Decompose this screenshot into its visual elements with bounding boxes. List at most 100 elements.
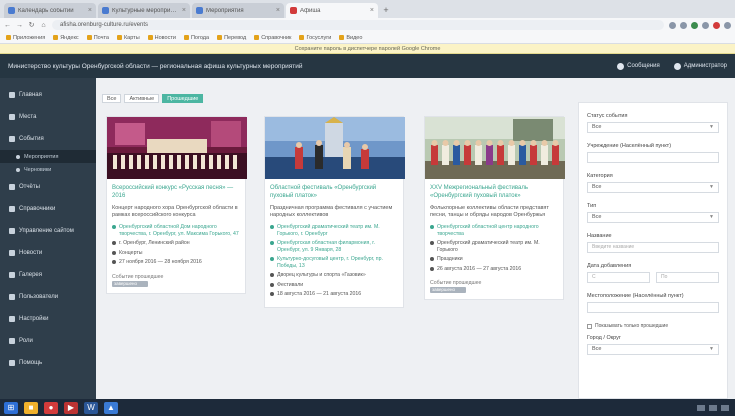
location-input[interactable] bbox=[587, 302, 719, 313]
back-icon[interactable]: ← bbox=[4, 22, 11, 29]
extension-icon[interactable] bbox=[713, 21, 720, 29]
sidebar-item[interactable]: Новости bbox=[0, 242, 96, 264]
sidebar-item[interactable]: Главная bbox=[0, 84, 96, 106]
star-icon[interactable] bbox=[669, 21, 676, 29]
user-label: Администратор bbox=[683, 63, 727, 69]
bookmark-item[interactable]: Видео bbox=[339, 35, 362, 41]
close-tab-icon[interactable]: × bbox=[276, 7, 280, 14]
sidebar-item[interactable]: Справочники bbox=[0, 198, 96, 220]
event-detail-text: Оренбургский областной Дом народного тво… bbox=[119, 224, 239, 237]
browser-tab[interactable]: Культурные мероприятия × bbox=[98, 3, 190, 18]
sidebar-item[interactable]: Отчёты bbox=[0, 176, 96, 198]
sidebar-item[interactable]: Роли bbox=[0, 330, 96, 352]
menu-item-icon bbox=[9, 316, 15, 322]
sidebar-item[interactable]: Черновики bbox=[0, 163, 96, 176]
menu-item-icon bbox=[9, 338, 15, 344]
clock-icon[interactable] bbox=[721, 404, 729, 411]
sidebar-item[interactable]: Места bbox=[0, 106, 96, 128]
extension-icon[interactable] bbox=[680, 21, 687, 29]
sidebar-item[interactable]: События bbox=[0, 128, 96, 150]
filter-input[interactable]: Введите название bbox=[587, 242, 719, 253]
browser-tab[interactable]: Афиша × bbox=[286, 3, 378, 18]
tab-filter[interactable]: Активные bbox=[124, 94, 160, 103]
event-image[interactable] bbox=[107, 117, 247, 179]
event-image[interactable] bbox=[425, 117, 565, 179]
chevron-down-icon: ▼ bbox=[709, 214, 714, 220]
event-detail-row[interactable]: Оренбургская областная филармония, г. Ор… bbox=[270, 240, 398, 253]
bookmark-item[interactable]: Новости bbox=[147, 34, 176, 41]
menu-icon[interactable] bbox=[724, 21, 731, 29]
browser-tab-title: Мероприятия bbox=[206, 7, 244, 14]
past-only-checkbox[interactable]: Показывать только прошедшие bbox=[587, 323, 719, 329]
network-icon[interactable] bbox=[697, 404, 705, 411]
media-icon[interactable]: ▶ bbox=[64, 401, 78, 414]
close-tab-icon[interactable]: × bbox=[370, 7, 374, 14]
sidebar-item[interactable]: Помощь bbox=[0, 352, 96, 374]
bookmark-icon bbox=[183, 35, 189, 40]
browser-tab[interactable]: Календарь событий × bbox=[4, 3, 96, 18]
date-to-input[interactable]: По bbox=[656, 272, 719, 283]
messages-link[interactable]: Сообщения bbox=[617, 62, 660, 70]
bookmark-item[interactable]: Приложения bbox=[6, 35, 45, 41]
sidebar-item[interactable]: Пользователи bbox=[0, 286, 96, 308]
bookmark-item[interactable]: Госуслуги bbox=[299, 35, 331, 41]
bookmark-item[interactable]: Карты bbox=[116, 35, 140, 41]
event-card[interactable]: XXV Межрегиональный фестиваль «Оренбургс… bbox=[424, 116, 565, 300]
extension-icon[interactable] bbox=[702, 21, 709, 29]
tab-filter[interactable]: Все bbox=[102, 94, 122, 103]
sidebar-item[interactable]: Мероприятия bbox=[0, 150, 96, 163]
bookmark-item[interactable]: Справочник bbox=[254, 35, 291, 41]
event-detail-row[interactable]: Оренбургский областной центр народного т… bbox=[430, 224, 558, 237]
event-title[interactable]: XXV Межрегиональный фестиваль «Оренбургс… bbox=[430, 185, 558, 200]
volume-icon[interactable] bbox=[709, 404, 717, 411]
sidebar-item[interactable]: Настройки bbox=[0, 308, 96, 330]
sidebar-item-label: Пользователи bbox=[19, 294, 59, 300]
event-card[interactable]: Областной фестиваль «Оренбургский пуховы… bbox=[264, 116, 405, 308]
filter-select[interactable]: Все ▼ bbox=[587, 182, 719, 193]
bookmark-label: Новости bbox=[154, 34, 176, 41]
bookmark-item[interactable]: Погода bbox=[183, 35, 209, 41]
region-select[interactable]: Все ▼ bbox=[587, 344, 719, 355]
bookmark-item[interactable]: Перевод bbox=[217, 35, 246, 41]
browser-tab[interactable]: Мероприятия × bbox=[192, 3, 284, 18]
close-tab-icon[interactable]: × bbox=[88, 7, 92, 14]
start-icon[interactable]: ⊞ bbox=[4, 401, 18, 414]
date-from-input[interactable]: С bbox=[587, 272, 650, 283]
sidebar-item[interactable]: Галерея bbox=[0, 264, 96, 286]
app-title: Министерство культуры Оренбургской облас… bbox=[8, 62, 303, 70]
filter-select[interactable]: Все ▼ bbox=[587, 122, 719, 133]
event-title[interactable]: Всероссийский конкурс «Русская песня» — … bbox=[112, 185, 240, 200]
url-input[interactable]: afisha.orenburg-culture.ru/events bbox=[52, 20, 664, 30]
bookmark-item[interactable]: Почта bbox=[86, 35, 109, 41]
tab-filter[interactable]: Прошедшие bbox=[162, 94, 204, 103]
event-detail-text: Дворец культуры и спорта «Газовик» bbox=[277, 272, 366, 278]
favicon-icon bbox=[196, 7, 203, 14]
bookmark-item[interactable]: Яндекс bbox=[53, 35, 79, 41]
menu-item-icon bbox=[16, 154, 20, 159]
event-card[interactable]: Всероссийский конкурс «Русская песня» — … bbox=[106, 116, 247, 294]
event-detail-row[interactable]: Культурно-досуговый центр, г. Оренбург, … bbox=[270, 256, 398, 269]
sidebar-item[interactable]: Управление сайтом bbox=[0, 220, 96, 242]
event-image[interactable] bbox=[265, 117, 405, 179]
new-tab-button[interactable]: + bbox=[380, 4, 392, 16]
filter-input[interactable] bbox=[587, 152, 719, 163]
extension-icon[interactable] bbox=[691, 21, 698, 29]
explorer-icon[interactable]: ■ bbox=[24, 401, 38, 414]
browser-tab-title: Афиша bbox=[300, 7, 321, 14]
event-detail-row[interactable]: Оренбургский областной Дом народного тво… bbox=[112, 224, 240, 237]
user-menu[interactable]: Администратор bbox=[673, 62, 727, 70]
filter-select[interactable]: Все ▼ bbox=[587, 212, 719, 223]
folder-icon[interactable]: ▲ bbox=[104, 401, 118, 414]
event-detail-text: Оренбургский драматический театр им. М. … bbox=[277, 224, 380, 237]
forward-icon[interactable]: → bbox=[16, 22, 23, 29]
event-title[interactable]: Областной фестиваль «Оренбургский пуховы… bbox=[270, 185, 398, 200]
filter-panel: Статус события Все ▼ Учреждение (Населённый… bbox=[578, 102, 728, 399]
reload-icon[interactable]: ↻ bbox=[28, 21, 35, 29]
sidebar-item-label: Главная bbox=[19, 92, 42, 98]
home-icon[interactable]: ⌂ bbox=[40, 22, 47, 29]
close-tab-icon[interactable]: × bbox=[182, 7, 186, 14]
event-detail-row[interactable]: Оренбургский драматический театр им. М. … bbox=[270, 224, 398, 237]
chrome-icon[interactable]: ● bbox=[44, 401, 58, 414]
word-icon[interactable]: W bbox=[84, 401, 98, 414]
filter-label: Статус события bbox=[587, 113, 628, 119]
